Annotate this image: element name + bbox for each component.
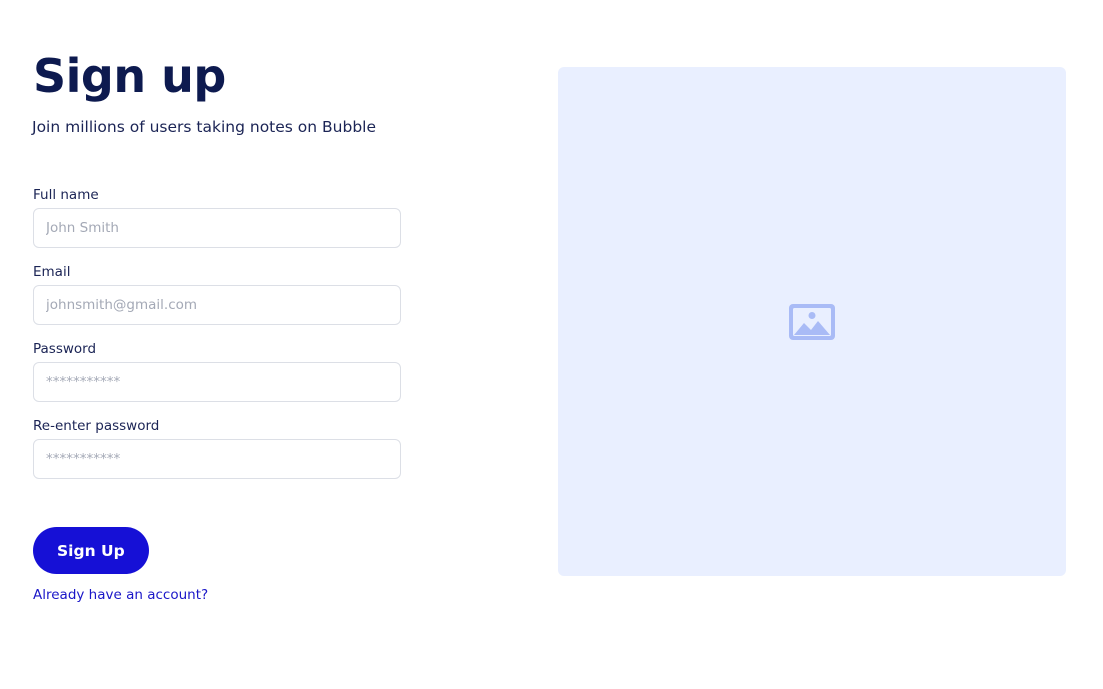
signup-form: Full name Email Password Re-enter passwo… — [33, 186, 403, 603]
sign-up-button[interactable]: Sign Up — [33, 527, 149, 574]
full-name-label: Full name — [33, 187, 99, 203]
email-field-group: Email — [33, 263, 403, 325]
signup-page: Sign up Join millions of users taking no… — [0, 0, 1103, 689]
full-name-field-group: Full name — [33, 186, 403, 248]
full-name-input[interactable] — [33, 208, 401, 248]
image-placeholder-panel — [558, 67, 1066, 576]
email-label: Email — [33, 264, 71, 280]
password-label: Password — [33, 341, 97, 357]
reenter-password-field-group: Re-enter password — [33, 417, 403, 479]
image-placeholder-icon — [789, 303, 835, 340]
password-field-group: Password — [33, 340, 403, 402]
page-title: Sign up — [33, 49, 226, 103]
login-link[interactable]: Already have an account? — [33, 587, 403, 603]
reenter-password-label: Re-enter password — [33, 418, 160, 434]
password-input[interactable] — [33, 362, 401, 402]
reenter-password-input[interactable] — [33, 439, 401, 479]
page-subtitle: Join millions of users taking notes on B… — [32, 118, 377, 136]
signup-form-section: Sign up Join millions of users taking no… — [32, 48, 403, 603]
email-input[interactable] — [33, 285, 401, 325]
